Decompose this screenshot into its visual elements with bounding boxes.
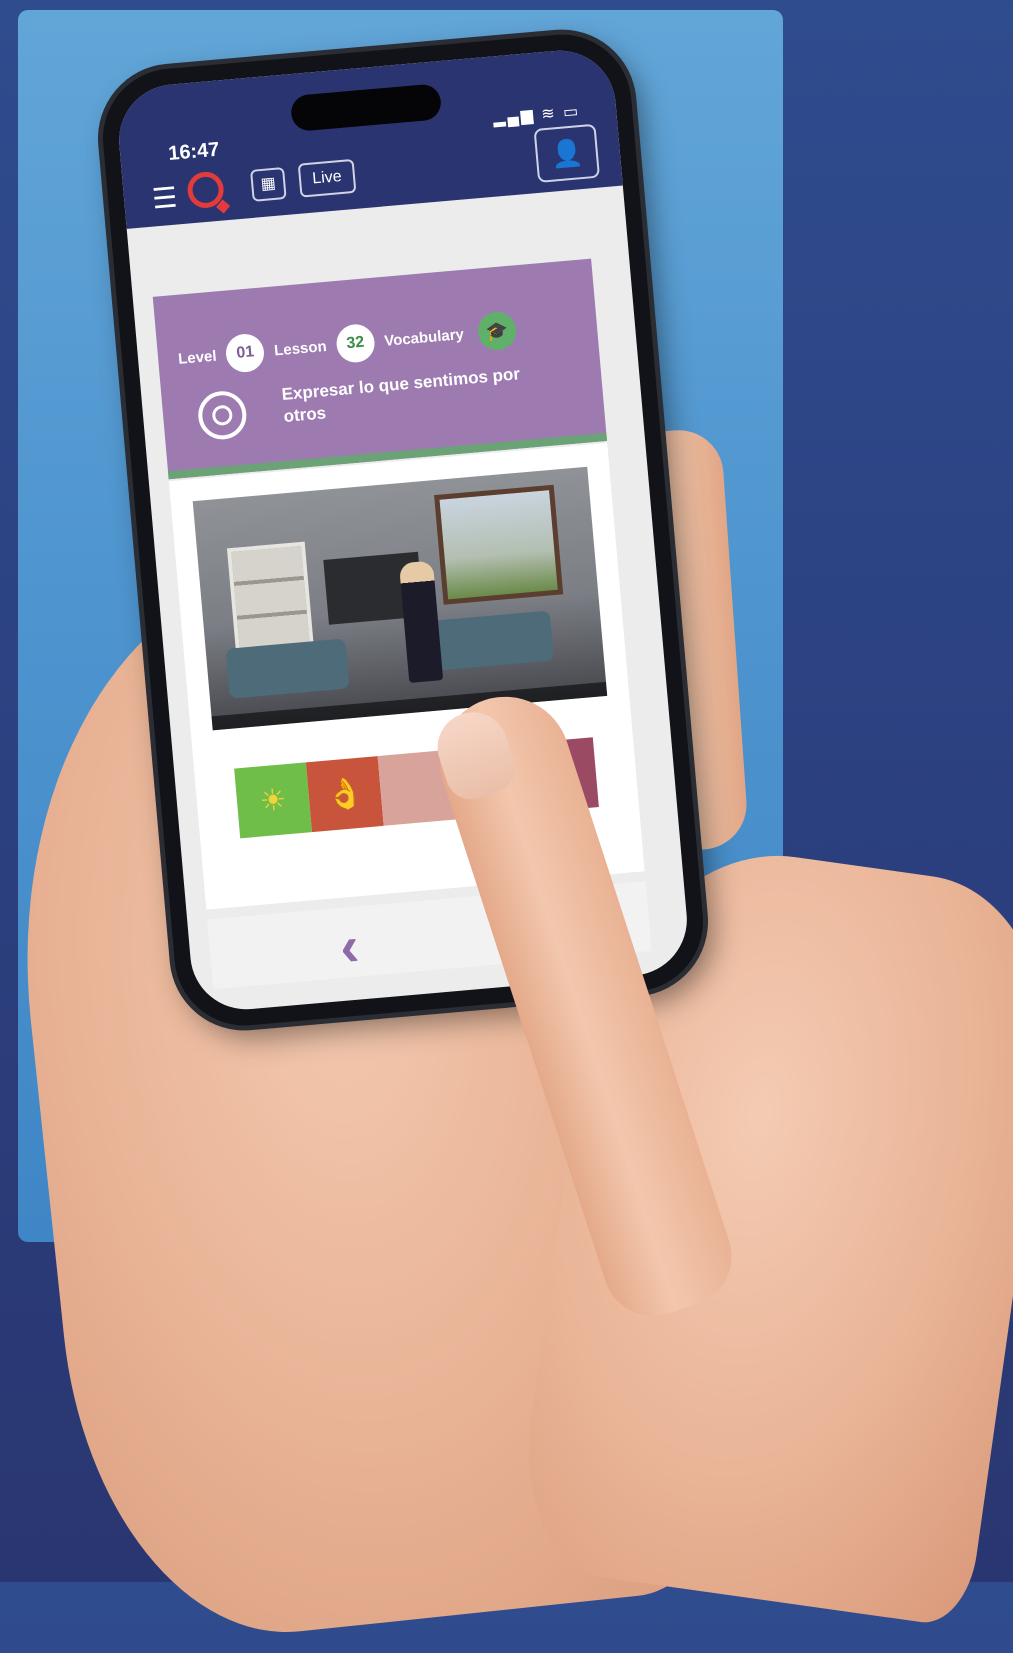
video-scene-sofa bbox=[225, 638, 350, 699]
profile-avatar-button[interactable]: 👤 bbox=[533, 123, 601, 183]
back-chevron-icon[interactable]: ‹ bbox=[337, 913, 361, 979]
grid-apps-button[interactable]: ▦ bbox=[250, 166, 287, 202]
lesson-card: Level 01 Lesson 32 Vocabulary 🎓 Expresar… bbox=[152, 258, 608, 480]
video-scene-sofa bbox=[430, 610, 554, 671]
lesson-label: Lesson bbox=[273, 337, 328, 360]
signal-wifi-battery-icon: ▂▄▆ ≋ ▭ bbox=[492, 102, 581, 128]
hamburger-menu-icon[interactable]: ☰ bbox=[151, 180, 179, 215]
live-button[interactable]: Live bbox=[297, 158, 357, 198]
vocab-thumbnail[interactable]: ☀ bbox=[234, 762, 312, 839]
status-time: 16:47 bbox=[167, 138, 221, 165]
level-label: Level bbox=[177, 347, 218, 368]
vocab-thumbnail[interactable]: 👌 bbox=[305, 756, 384, 833]
lesson-badge: 32 bbox=[334, 322, 377, 365]
level-badge: 01 bbox=[224, 332, 266, 374]
graduation-cap-icon: 🎓 bbox=[476, 310, 518, 352]
video-scene-window bbox=[434, 484, 564, 605]
lesson-video-player[interactable] bbox=[192, 466, 608, 731]
vocabulary-label: Vocabulary bbox=[383, 325, 465, 350]
app-logo-icon[interactable] bbox=[186, 170, 226, 210]
lesson-goal-text: Expresar lo que sentimos por otros bbox=[280, 364, 521, 426]
video-presenter bbox=[398, 560, 444, 684]
target-goal-icon bbox=[196, 389, 249, 442]
phone-device: 16:47 ▂▄▆ ≋ ▭ ☰ ▦ Live 👤 Level 01 Lesson… bbox=[97, 28, 709, 1032]
